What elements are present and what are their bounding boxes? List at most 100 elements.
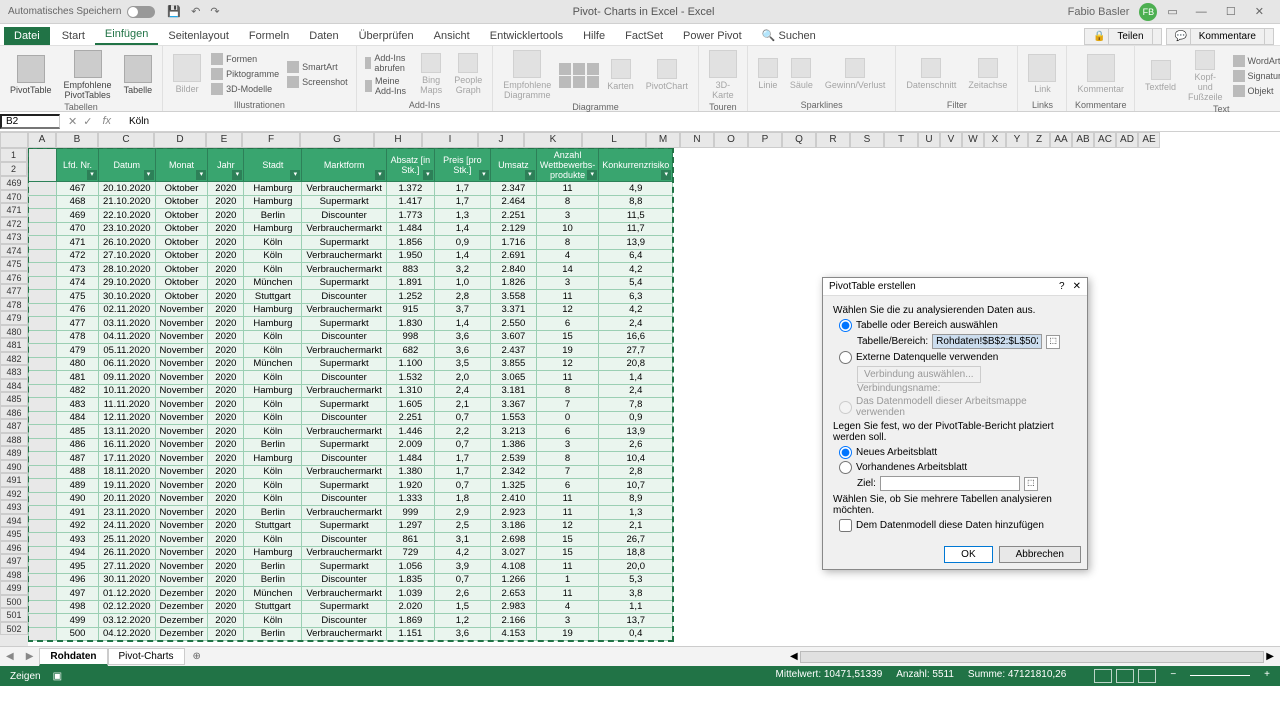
col-header-X[interactable]: X xyxy=(984,132,1006,148)
table-row[interactable]: 49802.12.2020Dezember2020StuttgartSuperm… xyxy=(29,600,673,614)
chart-bar-icon[interactable] xyxy=(559,76,571,88)
row-header[interactable]: 488 xyxy=(0,433,28,447)
spark-line-button[interactable]: Linie xyxy=(754,56,782,92)
row-header[interactable]: 492 xyxy=(0,487,28,501)
chk-datamodel[interactable] xyxy=(839,519,852,532)
user-avatar[interactable]: FB xyxy=(1139,3,1157,21)
filter-icon[interactable]: ▾ xyxy=(87,170,97,180)
chart-scatter-icon[interactable] xyxy=(587,76,599,88)
table-row[interactable]: 48311.11.2020November2020KölnSupermarkt1… xyxy=(29,398,673,412)
table-row[interactable]: 48412.11.2020November2020KölnDiscounter2… xyxy=(29,411,673,425)
col-header-W[interactable]: W xyxy=(962,132,984,148)
table-row[interactable]: 49527.11.2020November2020BerlinSupermark… xyxy=(29,560,673,574)
table-row[interactable]: 49224.11.2020November2020StuttgartSuperm… xyxy=(29,519,673,533)
table-header[interactable]: Konkurrenzrisiko▾ xyxy=(599,149,673,182)
icons-button[interactable]: Piktogramme xyxy=(209,67,281,81)
sheet-tab-pivotcharts[interactable]: Pivot-Charts xyxy=(108,648,185,665)
chart-pie-icon[interactable] xyxy=(587,63,599,75)
view-layout-icon[interactable] xyxy=(1116,669,1134,683)
wordart-button[interactable]: WordArt xyxy=(1231,54,1280,68)
row-header[interactable]: 479 xyxy=(0,311,28,325)
name-box[interactable] xyxy=(0,114,60,129)
smartart-button[interactable]: SmartArt xyxy=(285,60,350,74)
view-normal-icon[interactable] xyxy=(1094,669,1112,683)
tab-nav-prev-icon[interactable]: ◀ xyxy=(0,651,20,662)
col-header-O[interactable]: O xyxy=(714,132,748,148)
row-header[interactable]: 483 xyxy=(0,365,28,379)
chart-line-icon[interactable] xyxy=(573,63,585,75)
row-header[interactable]: 485 xyxy=(0,392,28,406)
col-header-N[interactable]: N xyxy=(680,132,714,148)
hscroll-right-icon[interactable]: ▶ xyxy=(1266,651,1274,662)
chart-col-icon[interactable] xyxy=(559,63,571,75)
row-header[interactable]: 500 xyxy=(0,595,28,609)
col-header-V[interactable]: V xyxy=(940,132,962,148)
radio-external[interactable] xyxy=(839,351,852,364)
table-header[interactable]: Anzahl Wettbewerbs-produkte▾ xyxy=(536,149,598,182)
table-row[interactable]: 49123.11.2020November2020BerlinVerbrauch… xyxy=(29,506,673,520)
col-header-AD[interactable]: AD xyxy=(1116,132,1138,148)
sig-button[interactable]: Signaturzeile xyxy=(1231,69,1280,83)
table-row[interactable]: 48616.11.2020November2020BerlinSupermark… xyxy=(29,438,673,452)
table-row[interactable]: 49630.11.2020November2020BerlinDiscounte… xyxy=(29,573,673,587)
table-header[interactable]: Jahr▾ xyxy=(208,149,244,182)
tab-file[interactable]: Datei xyxy=(4,27,50,45)
dialog-help-icon[interactable]: ? xyxy=(1059,281,1065,292)
row-header[interactable]: 501 xyxy=(0,608,28,622)
filter-icon[interactable]: ▾ xyxy=(290,170,300,180)
filter-icon[interactable]: ▾ xyxy=(196,170,206,180)
table-header[interactable]: Lfd. Nr.▾ xyxy=(57,149,99,182)
zoom-out-icon[interactable]: − xyxy=(1170,669,1176,683)
table-row[interactable]: 48818.11.2020November2020KölnVerbraucher… xyxy=(29,465,673,479)
bing-maps-button[interactable]: Bing Maps xyxy=(416,51,446,97)
pivottable-button[interactable]: PivotTable xyxy=(6,53,56,97)
minimize-icon[interactable]: — xyxy=(1188,6,1215,18)
zoom-slider[interactable] xyxy=(1190,675,1250,683)
table-row[interactable]: 47429.10.2020Oktober2020MünchenSupermark… xyxy=(29,276,673,290)
row-header[interactable]: 490 xyxy=(0,460,28,474)
table-header[interactable]: Stadt▾ xyxy=(244,149,302,182)
tab-layout[interactable]: Seitenlayout xyxy=(158,27,239,45)
col-header-D[interactable]: D xyxy=(154,132,206,148)
row-header[interactable]: 471 xyxy=(0,203,28,217)
table-row[interactable]: 47905.11.2020November2020KölnVerbraucher… xyxy=(29,344,673,358)
tab-data[interactable]: Daten xyxy=(299,27,348,45)
col-header-C[interactable]: C xyxy=(98,132,154,148)
row-header[interactable]: 494 xyxy=(0,514,28,528)
table-row[interactable]: 47530.10.2020Oktober2020StuttgartDiscoun… xyxy=(29,290,673,304)
timeline-button[interactable]: Zeitachse xyxy=(964,56,1011,92)
table-header[interactable]: Marktform▾ xyxy=(302,149,387,182)
data-table[interactable]: Lfd. Nr.▾Datum▾Monat▾Jahr▾Stadt▾Marktfor… xyxy=(28,148,673,641)
filter-icon[interactable]: ▾ xyxy=(232,170,242,180)
table-range-input[interactable] xyxy=(932,334,1042,349)
col-header-Y[interactable]: Y xyxy=(1006,132,1028,148)
table-row[interactable]: 47023.10.2020Oktober2020HamburgVerbrauch… xyxy=(29,222,673,236)
row-header[interactable]: 482 xyxy=(0,352,28,366)
pivotchart-button[interactable]: PivotChart xyxy=(642,57,692,93)
cancel-button[interactable]: Abbrechen xyxy=(999,546,1081,563)
tab-factset[interactable]: FactSet xyxy=(615,27,673,45)
shapes-button[interactable]: Formen xyxy=(209,52,281,66)
slicer-button[interactable]: Datenschnitt xyxy=(902,56,960,92)
table-row[interactable]: 50004.12.2020Dezember2020BerlinVerbrauch… xyxy=(29,627,673,641)
get-addins-button[interactable]: Add-Ins abrufen xyxy=(363,52,413,74)
table-row[interactable]: 47703.11.2020November2020HamburgSupermar… xyxy=(29,317,673,331)
ribbon-mode-icon[interactable]: ▭ xyxy=(1167,5,1177,18)
tab-dev[interactable]: Entwicklertools xyxy=(480,27,573,45)
col-header-K[interactable]: K xyxy=(524,132,582,148)
tab-help[interactable]: Hilfe xyxy=(573,27,615,45)
table-row[interactable]: 46922.10.2020Oktober2020BerlinDiscounter… xyxy=(29,209,673,223)
col-header-L[interactable]: L xyxy=(582,132,646,148)
select-all-corner[interactable] xyxy=(0,132,28,148)
3dmap-button[interactable]: 3D-Karte xyxy=(705,48,741,102)
row-header[interactable]: 475 xyxy=(0,257,28,271)
row-header[interactable]: 476 xyxy=(0,271,28,285)
table-row[interactable]: 48513.11.2020November2020KölnVerbraucher… xyxy=(29,425,673,439)
row-header[interactable]: 469 xyxy=(0,176,28,190)
row-header[interactable]: 470 xyxy=(0,190,28,204)
table-row[interactable]: 48006.11.2020November2020MünchenSupermar… xyxy=(29,357,673,371)
col-header-AA[interactable]: AA xyxy=(1050,132,1072,148)
zoom-in-icon[interactable]: + xyxy=(1264,669,1270,683)
row-header[interactable]: 496 xyxy=(0,541,28,555)
row-header[interactable]: 495 xyxy=(0,527,28,541)
